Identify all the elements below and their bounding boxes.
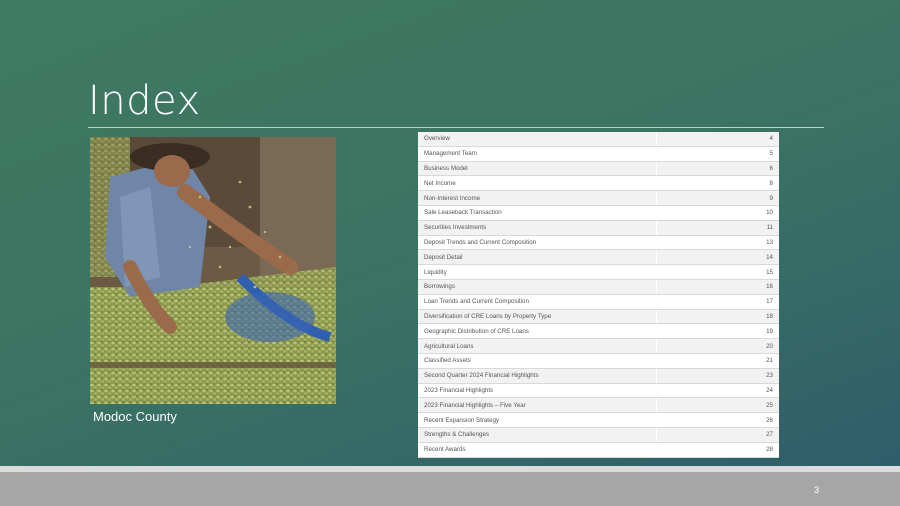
index-item-label: Net Income <box>418 175 657 192</box>
index-row: Borrowings 16 <box>418 279 779 295</box>
index-row: Deposit Detail 14 <box>418 249 779 266</box>
index-item-label: Securities Investments <box>418 220 657 236</box>
index-item-page: 25 <box>656 397 779 414</box>
index-item-page: 11 <box>656 220 779 236</box>
index-item-page: 8 <box>656 175 779 192</box>
title-divider <box>88 127 824 128</box>
index-item-page: 21 <box>656 353 779 369</box>
index-row: Agricultural Loans 20 <box>418 338 779 354</box>
index-row: Strengths & Challenges 27 <box>418 427 779 443</box>
index-item-page: 4 <box>656 132 779 147</box>
index-item-page: 18 <box>656 309 779 325</box>
index-row: Classified Assets 21 <box>418 353 779 369</box>
index-item-page: 24 <box>656 383 779 399</box>
index-item-label: Liquidity <box>418 264 657 280</box>
index-row: Diversification of CRE Loans by Property… <box>418 309 779 325</box>
index-item-label: Agricultural Loans <box>418 338 657 354</box>
index-item-label: Classified Assets <box>418 353 657 369</box>
index-item-label: Overview <box>418 132 657 147</box>
index-item-page: 26 <box>656 412 779 428</box>
index-row: Net Income 8 <box>418 175 779 192</box>
index-row: Business Model 6 <box>418 161 779 177</box>
index-item-label: Non-Interest Income <box>418 190 657 206</box>
index-row: Overview 4 <box>418 132 779 147</box>
index-item-label: Deposit Detail <box>418 249 657 266</box>
index-item-label: Recent Expansion Strategy <box>418 412 657 428</box>
index-item-label: Geographic Distribution of CRE Loans <box>418 323 657 340</box>
photo-caption: Modoc County <box>93 409 177 424</box>
index-item-page: 5 <box>656 146 779 162</box>
index-item-page: 15 <box>656 264 779 280</box>
index-item-label: Recent Awards <box>418 442 657 458</box>
index-item-label: Business Model <box>418 161 657 177</box>
index-row: 2023 Financial Highlights 24 <box>418 383 779 399</box>
index-row: Geographic Distribution of CRE Loans 19 <box>418 323 779 340</box>
index-item-label: 2023 Financial Highlights – Five Year <box>418 397 657 414</box>
slide-title: Index <box>88 78 201 124</box>
index-row: Management Team 5 <box>418 146 779 162</box>
index-item-page: 9 <box>656 190 779 206</box>
index-row: 2023 Financial Highlights – Five Year 25 <box>418 397 779 414</box>
index-item-label: Strengths & Challenges <box>418 427 657 443</box>
index-row: Deposit Trends and Current Composition 13 <box>418 235 779 251</box>
index-item-page: 16 <box>656 279 779 295</box>
index-row: Loan Trends and Current Composition 17 <box>418 294 779 310</box>
index-item-label: Sale Leaseback Transaction <box>418 205 657 221</box>
index-row: Second Quarter 2024 Financial Highlights… <box>418 368 779 384</box>
index-item-page: 6 <box>656 161 779 177</box>
index-item-page: 13 <box>656 235 779 251</box>
index-item-label: Borrowings <box>418 279 657 295</box>
index-item-page: 28 <box>656 442 779 458</box>
index-item-page: 10 <box>656 205 779 221</box>
index-item-page: 27 <box>656 427 779 443</box>
index-row: Liquidity 15 <box>418 264 779 280</box>
farmer-photo <box>90 137 336 404</box>
page-number: 3 <box>814 485 820 495</box>
index-row: Sale Leaseback Transaction 10 <box>418 205 779 221</box>
footer-bar <box>0 472 900 506</box>
index-item-page: 14 <box>656 249 779 266</box>
index-item-page: 20 <box>656 338 779 354</box>
index-table: Overview 4 Management Team 5 Business Model 6… <box>418 132 779 458</box>
index-item-page: 23 <box>656 368 779 384</box>
index-item-label: Diversification of CRE Loans by Property… <box>418 309 657 325</box>
index-row: Securities Investments 11 <box>418 220 779 236</box>
index-item-label: 2023 Financial Highlights <box>418 383 657 399</box>
index-item-page: 17 <box>656 294 779 310</box>
index-item-label: Loan Trends and Current Composition <box>418 294 657 310</box>
index-item-page: 19 <box>656 323 779 340</box>
index-item-label: Second Quarter 2024 Financial Highlights <box>418 368 657 384</box>
index-item-label: Deposit Trends and Current Composition <box>418 235 657 251</box>
index-row: Non-Interest Income 9 <box>418 190 779 206</box>
index-item-label: Management Team <box>418 146 657 162</box>
index-row: Recent Awards 28 <box>418 442 779 458</box>
index-row: Recent Expansion Strategy 26 <box>418 412 779 428</box>
